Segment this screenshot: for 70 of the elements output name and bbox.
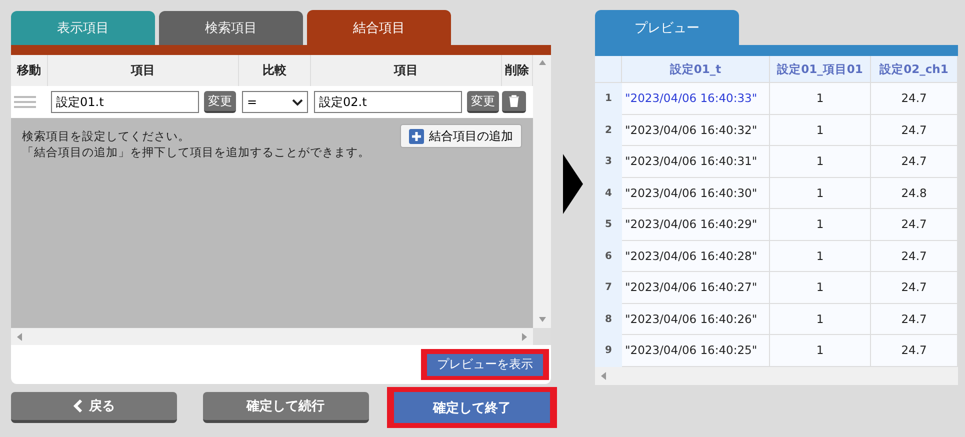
row-number: 6 (595, 240, 622, 272)
confirm-button[interactable]: 確定して終了 (394, 392, 550, 423)
table-cell: 24.7 (871, 209, 958, 240)
preview-tab[interactable]: プレビュー (595, 10, 739, 45)
table-cell: 24.7 (871, 83, 958, 114)
row-number: 8 (595, 304, 622, 335)
column-header: 設定01_項目01 (770, 56, 871, 83)
scrollbar-corner (533, 328, 551, 345)
table-cell: 1 (770, 114, 871, 146)
chevron-left-icon (73, 399, 83, 413)
add-join-item-button[interactable]: 結合項目の追加 (400, 124, 522, 148)
header-corner-cell (595, 56, 622, 83)
tab[interactable]: 検索項目 (159, 11, 303, 45)
row-number: 7 (595, 272, 622, 304)
operator-select[interactable]: = (242, 91, 308, 113)
table-cell: 1 (770, 240, 871, 272)
table-cell: "2023/04/06 16:40:28" (622, 240, 770, 272)
input-field[interactable]: 設定02.t (314, 91, 462, 113)
column-header: 移動 (11, 55, 48, 86)
drag-handle-icon[interactable] (14, 96, 36, 108)
table-cell: 24.7 (871, 240, 958, 272)
row-number: 2 (595, 114, 622, 146)
input-field[interactable]: 設定01.t (51, 91, 199, 113)
row-number: 1 (595, 83, 622, 114)
change-button[interactable]: 変更 (467, 91, 499, 113)
column-header: 削除 (502, 55, 533, 86)
row-number: 5 (595, 209, 622, 240)
table-cell: "2023/04/06 16:40:32" (622, 114, 770, 146)
tab[interactable]: 結合項目 (307, 10, 451, 45)
table-cell: 1 (770, 272, 871, 304)
delete-button[interactable] (502, 91, 526, 113)
column-header: 項目 (48, 55, 239, 86)
scroll-down-icon[interactable] (538, 316, 546, 324)
back-button[interactable]: 戻る (11, 392, 177, 423)
row-number: 9 (595, 335, 622, 366)
table-cell: "2023/04/06 16:40:33" (622, 83, 770, 114)
table-cell: 24.7 (871, 272, 958, 304)
table-cell: "2023/04/06 16:40:31" (622, 146, 770, 178)
table-cell: 24.7 (871, 114, 958, 146)
table-cell: 24.7 (871, 304, 958, 335)
row-number: 3 (595, 146, 622, 178)
show-preview-button[interactable]: プレビューを表示 (427, 354, 543, 376)
arrow-right-icon (563, 154, 583, 214)
column-header: 項目 (311, 55, 502, 86)
column-header: 設定01_t (622, 56, 770, 83)
table-cell: "2023/04/06 16:40:27" (622, 272, 770, 304)
table-cell: 24.7 (871, 146, 958, 178)
table-cell: "2023/04/06 16:40:30" (622, 178, 770, 209)
column-header: 設定02_ch1 (871, 56, 958, 83)
tab[interactable]: 表示項目 (11, 11, 155, 45)
trash-icon (509, 95, 519, 107)
table-cell: 1 (770, 304, 871, 335)
table-cell: 1 (770, 146, 871, 178)
table-cell: 1 (770, 209, 871, 240)
confirm-button[interactable]: 確定して続行 (202, 392, 368, 423)
table-cell: 24.8 (871, 178, 958, 209)
row-number: 4 (595, 178, 622, 209)
table-cell: 1 (770, 178, 871, 209)
scroll-up-icon[interactable] (538, 59, 546, 67)
column-header: 比較 (239, 55, 311, 86)
table-cell: "2023/04/06 16:40:26" (622, 304, 770, 335)
plus-icon (409, 128, 424, 144)
help-text: 検索項目を設定してください。 「結合項目の追加」を押下して項目を追加することができます。 (22, 128, 370, 161)
change-button[interactable]: 変更 (204, 91, 236, 113)
table-cell: 1 (770, 83, 871, 114)
table-cell: "2023/04/06 16:40:29" (622, 209, 770, 240)
scroll-right-icon[interactable] (521, 332, 528, 340)
scroll-left-icon[interactable] (600, 372, 607, 380)
scroll-left-icon[interactable] (16, 332, 23, 340)
chevron-down-icon (292, 98, 303, 106)
